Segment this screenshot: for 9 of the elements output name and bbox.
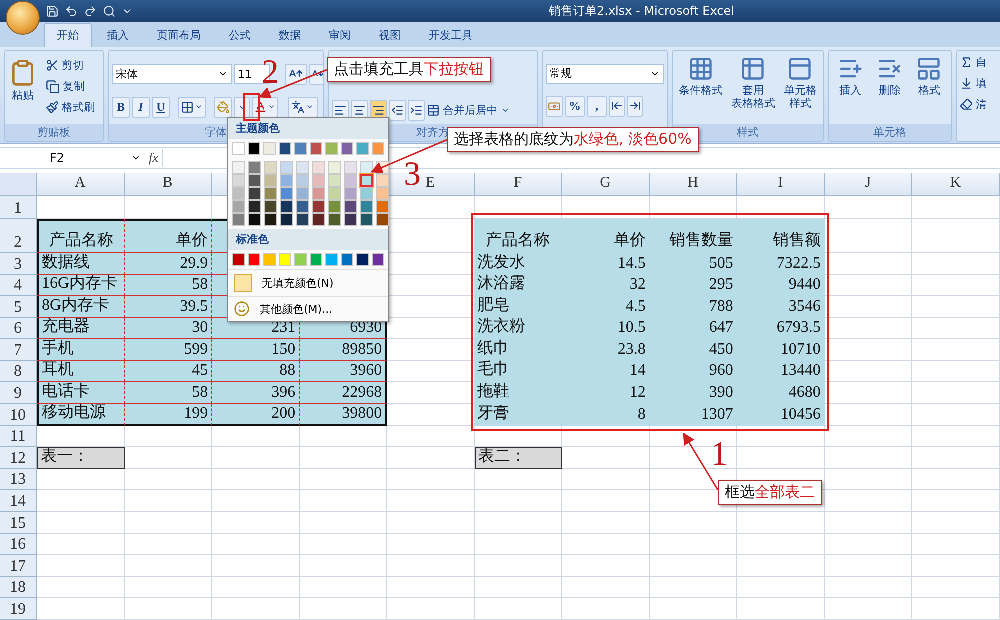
group-label: 剪贴板 — [5, 124, 103, 141]
annotation-tooltip: 点击填充工具下拉按钮 — [327, 57, 491, 82]
annotation-tooltip: 选择表格的底纹为水绿色, 淡色60% — [447, 127, 699, 152]
annotation-tooltip: 框选全部表二 — [718, 480, 822, 505]
group-label: 单元格 — [829, 124, 951, 141]
window-title: 销售订单2.xlsx - Microsoft Excel — [549, 2, 734, 20]
step-number: 1 — [711, 442, 728, 468]
menu-heading: 主题颜色 — [228, 118, 388, 139]
menu-heading: 标准色 — [228, 229, 388, 250]
